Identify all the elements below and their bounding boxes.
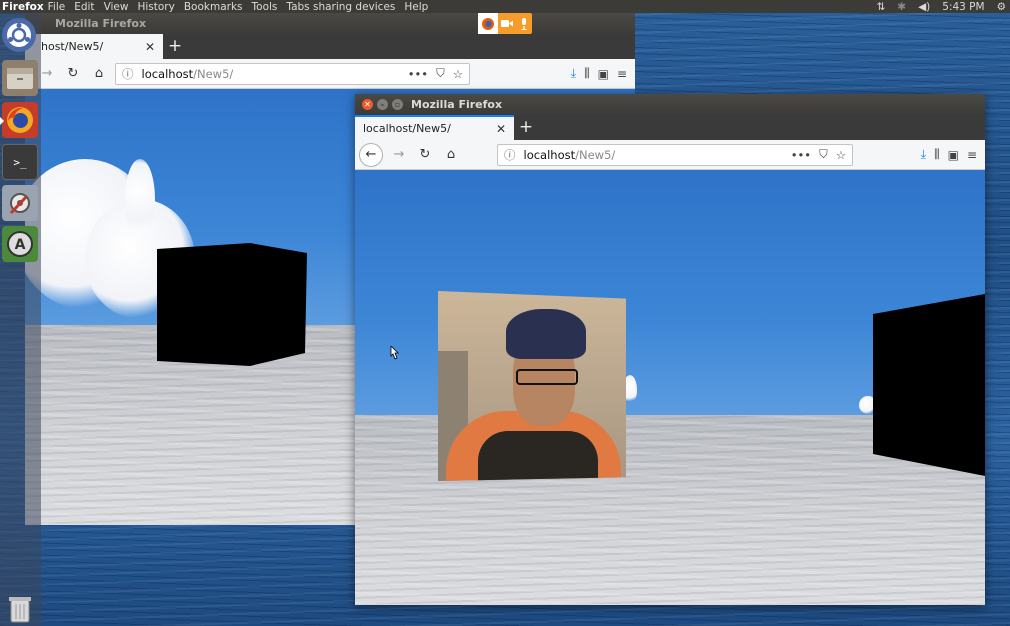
gear-icon[interactable]: ⚙	[997, 1, 1006, 13]
back-titlebar[interactable]: Mozilla Firefox	[25, 13, 635, 34]
pocket-icon[interactable]: ⛉	[436, 66, 445, 81]
sidebar-icon[interactable]: ▣	[598, 67, 609, 81]
menu-view[interactable]: View	[104, 1, 129, 13]
top-panel: Firefox File Edit View History Bookmarks…	[0, 0, 1010, 13]
menu-edit[interactable]: Edit	[74, 1, 94, 13]
front-tabstrip: localhost/New5/ ✕ +	[355, 115, 985, 140]
menu-tools[interactable]: Tools	[252, 1, 278, 13]
microphone-icon	[515, 17, 532, 30]
pocket-icon[interactable]: ⛉	[819, 147, 828, 162]
new-tab-button[interactable]: +	[163, 34, 187, 59]
launcher: >_ A	[0, 13, 41, 626]
firefox-icon	[478, 13, 498, 34]
camera-icon	[498, 19, 515, 28]
page-actions-icon[interactable]: •••	[408, 67, 428, 81]
download-icon[interactable]: ⤓	[921, 147, 926, 162]
minimize-window-icon[interactable]: –	[377, 99, 388, 110]
menu-history[interactable]: History	[137, 1, 174, 13]
forward-icon[interactable]: →	[389, 145, 409, 165]
back-url-bar[interactable]: ⓘ localhost/New5/ ••• ⛉ ☆	[115, 62, 470, 85]
menu-help[interactable]: Help	[404, 1, 428, 13]
bluetooth-icon[interactable]: ✱	[897, 1, 906, 13]
reload-icon[interactable]: ↻	[63, 64, 83, 84]
volume-icon[interactable]: ◀)	[918, 1, 930, 13]
sharing-indicator[interactable]	[478, 13, 532, 34]
page-actions-icon[interactable]: •••	[791, 148, 811, 162]
terminal-icon[interactable]: >_	[2, 144, 38, 180]
menu-file[interactable]: File	[48, 1, 66, 13]
active-app-name: Firefox	[2, 0, 44, 13]
library-icon[interactable]: ⫼	[934, 147, 940, 162]
cap	[506, 309, 586, 359]
info-icon[interactable]: ⓘ	[122, 66, 134, 82]
svg-text:A: A	[15, 237, 26, 253]
mouse-cursor-icon	[390, 346, 399, 360]
close-icon[interactable]: ✕	[145, 40, 155, 54]
window-controls: ✕ – ▫	[355, 99, 411, 110]
reload-icon[interactable]: ↻	[415, 145, 435, 165]
front-url-host: localhost	[523, 147, 576, 162]
download-icon[interactable]: ⤓	[571, 66, 576, 81]
cloud	[125, 159, 155, 239]
black-cube	[873, 294, 985, 476]
sidebar-icon[interactable]: ▣	[948, 148, 959, 162]
front-browser-window[interactable]: ✕ – ▫ Mozilla Firefox localhost/New5/ ✕ …	[355, 94, 985, 605]
hamburger-menu-icon[interactable]: ≡	[967, 148, 977, 162]
trash-icon[interactable]	[2, 591, 38, 626]
new-tab-button[interactable]: +	[514, 115, 538, 140]
front-url-path: /New5/	[575, 147, 616, 162]
library-icon[interactable]: ⫼	[584, 66, 590, 81]
front-url-bar[interactable]: ⓘ localhost/New5/ ••• ⛉ ☆	[497, 143, 853, 166]
menu-bookmarks[interactable]: Bookmarks	[184, 1, 243, 13]
network-icon[interactable]: ⇅	[876, 1, 885, 13]
dark-object	[478, 431, 598, 481]
firefox-icon[interactable]	[0, 102, 38, 138]
front-3d-scene[interactable]	[355, 170, 985, 605]
files-icon[interactable]	[2, 60, 38, 96]
hamburger-menu-icon[interactable]: ≡	[617, 67, 627, 81]
back-tabstrip: host/New5/ ✕ +	[25, 34, 635, 59]
maximize-window-icon[interactable]: ▫	[392, 99, 403, 110]
back-window-title: Mozilla Firefox	[55, 17, 147, 30]
app-menu: File Edit View History Bookmarks Tools T…	[48, 1, 429, 13]
close-icon[interactable]: ✕	[496, 122, 506, 136]
webcam-video-plane	[438, 291, 626, 481]
back-url-path: /New5/	[193, 66, 234, 81]
close-window-icon[interactable]: ✕	[362, 99, 373, 110]
back-tab-label: host/New5/	[41, 40, 104, 53]
system-settings-icon[interactable]	[2, 185, 38, 221]
home-icon[interactable]: ⌂	[89, 64, 109, 84]
back-toolbar-right: ⤓ ⫼ ▣ ≡	[571, 66, 631, 81]
front-titlebar[interactable]: ✕ – ▫ Mozilla Firefox	[355, 94, 985, 115]
front-toolbar-right: ⤓ ⫼ ▣ ≡	[921, 147, 981, 162]
back-tab[interactable]: host/New5/ ✕	[25, 34, 163, 59]
back-navbar: → ↻ ⌂ ⓘ localhost/New5/ ••• ⛉ ☆ ⤓ ⫼ ▣ ≡	[25, 59, 635, 89]
front-tab[interactable]: localhost/New5/ ✕	[355, 115, 514, 140]
back-url-host: localhost	[141, 66, 194, 81]
software-updater-icon[interactable]: A	[2, 226, 38, 262]
black-cube	[157, 243, 307, 366]
glasses	[516, 369, 578, 385]
front-window-title: Mozilla Firefox	[411, 98, 503, 111]
bookmark-star-icon[interactable]: ☆	[453, 67, 463, 81]
ubuntu-home-icon[interactable]	[2, 18, 36, 52]
menu-tabs-sharing-devices[interactable]: Tabs sharing devices	[286, 1, 395, 13]
front-tab-label: localhost/New5/	[363, 122, 451, 135]
bookmark-star-icon[interactable]: ☆	[836, 148, 846, 162]
clock[interactable]: 5:43 PM	[942, 1, 984, 13]
home-icon[interactable]: ⌂	[441, 145, 461, 165]
back-arrow-icon[interactable]: ←	[359, 142, 383, 167]
front-navbar: ← → ↻ ⌂ ⓘ localhost/New5/ ••• ⛉ ☆ ⤓ ⫼ ▣ …	[355, 140, 985, 170]
system-indicators: ⇅ ✱ ◀) 5:43 PM ⚙	[876, 1, 1010, 13]
info-icon[interactable]: ⓘ	[504, 147, 516, 163]
